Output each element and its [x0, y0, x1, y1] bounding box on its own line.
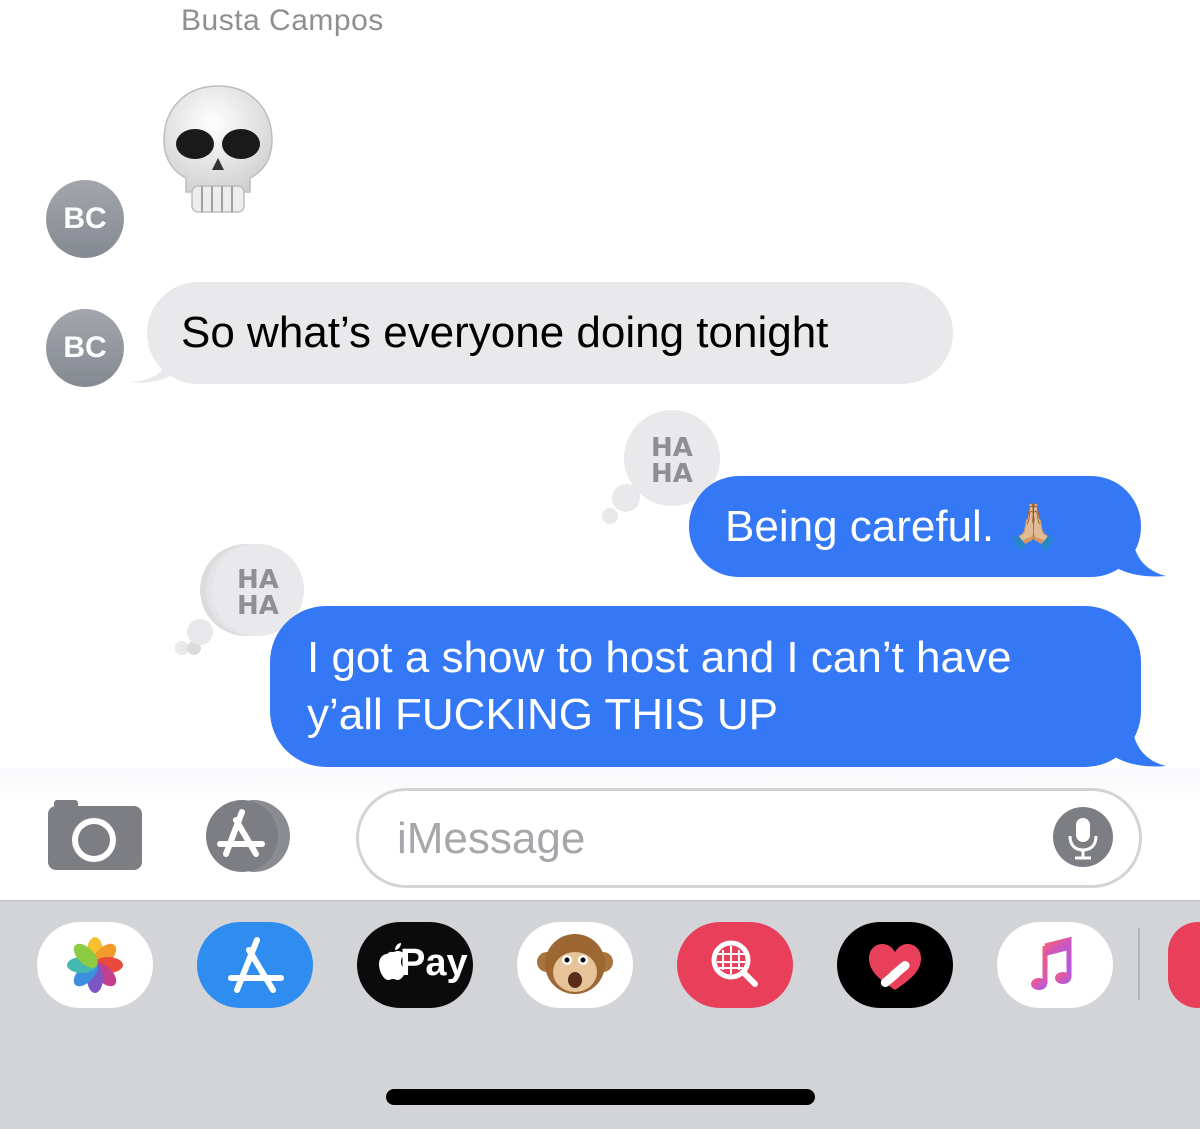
message-text: So what’s everyone doing tonight	[181, 308, 829, 357]
monkey-animoji-icon[interactable]	[517, 922, 633, 1008]
apple-pay-label: Pay	[400, 942, 468, 984]
camera-icon[interactable]	[44, 798, 146, 874]
sender-name: Busta Campos	[181, 4, 384, 37]
message-input[interactable]: iMessage	[356, 788, 1142, 888]
avatar[interactable]: BC	[46, 180, 124, 258]
photos-icon[interactable]	[37, 922, 153, 1008]
message-text: Being careful. 🙏🏼	[725, 502, 1062, 551]
avatar[interactable]: BC	[46, 309, 124, 387]
digital-touch-icon[interactable]	[837, 922, 953, 1008]
app-store-icon[interactable]	[197, 922, 313, 1008]
app-icon-partial[interactable]	[1168, 922, 1200, 1008]
tapback-label: HA	[651, 459, 693, 489]
incoming-message-bubble[interactable]: So what’s everyone doing tonight	[147, 282, 953, 384]
microphone-icon[interactable]	[1052, 806, 1114, 868]
outgoing-message-bubble[interactable]: Being careful. 🙏🏼	[689, 476, 1141, 577]
app-store-icon[interactable]	[200, 798, 312, 874]
music-icon[interactable]	[997, 922, 1113, 1008]
image-search-icon[interactable]	[677, 922, 793, 1008]
message-input-placeholder: iMessage	[397, 814, 586, 863]
divider	[1138, 928, 1140, 1000]
tapback-label: HA	[237, 591, 279, 621]
message-text-line: y’all FUCKING THIS UP	[307, 690, 779, 739]
skull-emoji-message[interactable]	[158, 82, 278, 218]
divider	[0, 900, 1200, 902]
outgoing-message-bubble[interactable]: I got a show to host and I can’t have y’…	[270, 606, 1141, 767]
message-text-line: I got a show to host and I can’t have	[307, 633, 1012, 682]
imessage-screen: Busta Campos BC So what’s everyone doing…	[0, 0, 1200, 1129]
home-indicator[interactable]	[386, 1089, 815, 1105]
